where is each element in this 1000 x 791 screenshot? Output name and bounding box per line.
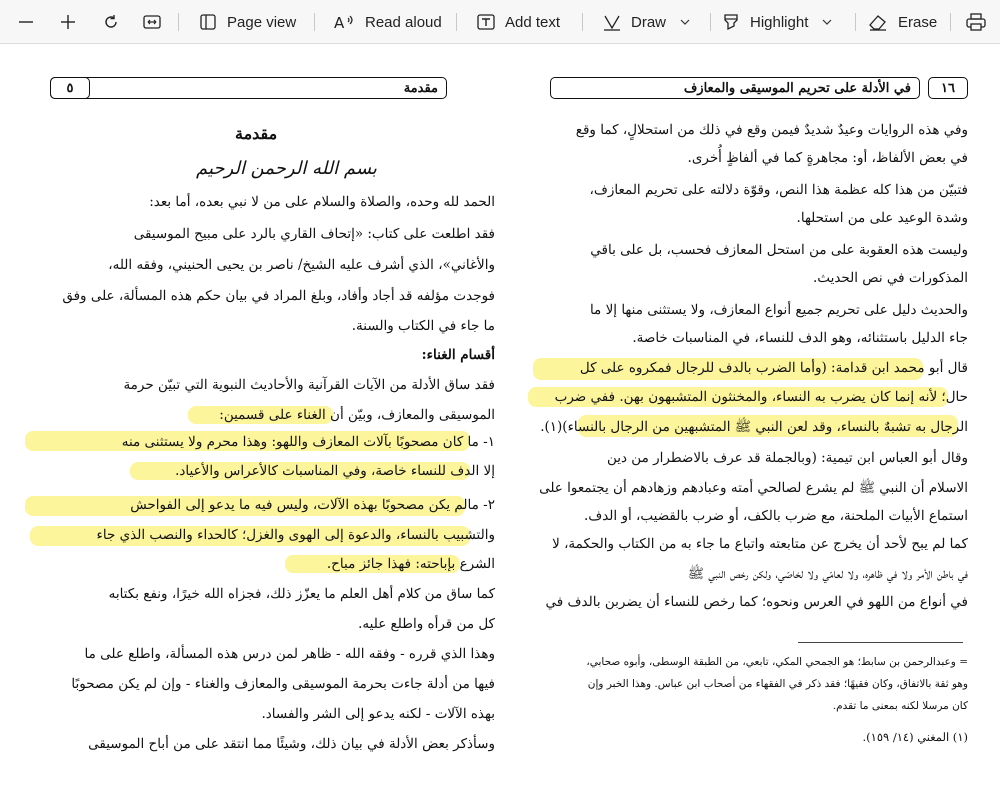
footnote-divider (798, 642, 963, 643)
eraser-icon (869, 15, 886, 31)
text-line: في بعض الألفاظ، أو: مجاهرةٍ كما في ألفاظ… (687, 150, 968, 166)
rotate-button[interactable] (102, 0, 120, 44)
text-line: فقد ساق الأدلة من الآيات القرآنية والأحا… (123, 377, 495, 393)
text-line: فقد اطلعت على كتاب: «إتحاف القاري بالرد … (133, 226, 495, 242)
text-line: والأغاني»، الذي أشرف عليه الشيخ/ ناصر بن… (108, 257, 495, 273)
page-header-title: مقدمة (50, 77, 447, 99)
text-line: وهذا الذي قرره - وفقه الله - ظاهر لمن در… (84, 646, 495, 662)
draw-pen-icon (604, 15, 620, 31)
page-number-box: ٥ (50, 77, 90, 99)
text-line: في أنواع من اللهو في العرس ونحوه؛ كما رخ… (545, 594, 968, 610)
text-line: فيها من أدلة جاءت بحرمة الموسيقى والمعاز… (71, 676, 495, 692)
minus-icon (19, 21, 33, 23)
page-header-title-text: في الأدلة على تحريم الموسيقى والمعازف (683, 80, 911, 96)
text-line: الاسلام أن النبي ﷺ لم يشرع لصالحي أمته و… (539, 480, 968, 496)
chevron-down-icon[interactable] (822, 18, 832, 26)
footnote-reference: (١) المغني (١٤/ ١٥٩). (862, 730, 968, 744)
highlight-label: Highlight (750, 13, 809, 31)
pdf-page-left: مقدمة ٥ مقدمة بسم الله الرحمن الرحيم الح… (25, 44, 496, 791)
text-line: استماع الأبيات الملحنة، مع ضرب بالكف، أو… (583, 508, 968, 524)
text-line: ٢- مالم يكن مصحوبًا بهذه الآلات، وليس في… (130, 497, 495, 513)
printer-icon (966, 13, 986, 31)
text-line: فوجدت مؤلفه قد أجاد وأفاد، وبلغ المراد ف… (62, 288, 495, 304)
pdf-pages-area: مقدمة ٥ مقدمة بسم الله الرحمن الرحيم الح… (0, 44, 1000, 791)
fit-width-button[interactable] (143, 0, 161, 44)
text-line: الشرع بإباحته: فهذا جائز مباح. (326, 556, 495, 572)
zoom-in-button[interactable] (60, 0, 76, 44)
rotate-icon (105, 15, 117, 28)
pdf-toolbar: Page view A Read aloud Add text Draw Hig… (0, 0, 1000, 44)
section-heading: أقسام الغناء: (421, 347, 495, 363)
add-text-label: Add text (505, 13, 561, 31)
page-number: ٥ (66, 80, 74, 96)
text-line: المذكورات في نص الحديث. (813, 270, 968, 286)
text-line: قال أبو محمد ابن قدامة: (وأما الضرب بالد… (579, 360, 968, 376)
text-line: الموسيقى والمعازف، وبيّن أن الغناء على ق… (219, 407, 495, 423)
page-number-box: ١٦ (928, 77, 968, 99)
footnote-line: = وعبدالرحمن بن سابط؛ هو الجمحي المكي، ت… (586, 656, 968, 668)
svg-text:A: A (334, 14, 345, 31)
text-line: وليست هذه العقوبة على من استحل المعازف ف… (590, 242, 968, 258)
text-line: الحمد لله وحده، والصلاة والسلام على من ل… (149, 194, 495, 210)
text-line: في باطن الأمر ولا في ظاهره، ولا لعامّي و… (687, 566, 968, 582)
text-line: الرجال به تشبهٌ بالنساء، وقد لعن النبي ﷺ… (540, 419, 968, 435)
text-line: وفي هذه الروايات وعيدٌ شديدٌ فيمن وقع في… (575, 122, 968, 138)
zoom-out-button[interactable] (18, 0, 34, 44)
text-line: فتبيّن من هذا كله عظمة هذا النص، وقوّة د… (589, 182, 968, 198)
text-line: كل من قرأه واطلع عليه. (358, 616, 495, 632)
erase-button[interactable]: Erase (868, 0, 937, 44)
text-line: وسأذكر بعض الأدلة في بيان ذلك، وشيئًا مم… (88, 736, 495, 752)
basmala-calligraphy: بسم الله الرحمن الرحيم (196, 158, 377, 179)
print-button[interactable] (966, 0, 986, 44)
text-line: والتشبيب بالنساء، والدعوة إلى الهوى والغ… (96, 527, 495, 543)
footnote-line: وهو ثقة بالاتفاق، وكان فقيهًا؛ فقد ذكر ف… (587, 678, 968, 690)
toolbar-separator (456, 13, 457, 31)
page-header-title: في الأدلة على تحريم الموسيقى والمعازف (550, 77, 920, 99)
text-line: والحديث دليل على تحريم جميع أنواع المعاز… (589, 302, 968, 318)
read-aloud-label: Read aloud (365, 13, 442, 31)
highlighter-icon (724, 14, 738, 31)
text-line: بهذه الآلات - لكنه يدعو إلى الشر والفساد… (261, 706, 496, 722)
text-line: إلا الدف للنساء خاصة، وفي المناسبات كالأ… (175, 463, 495, 479)
chevron-down-icon[interactable] (680, 18, 690, 26)
draw-button[interactable]: Draw (603, 0, 690, 44)
page-number: ١٦ (941, 80, 955, 96)
toolbar-separator (582, 13, 583, 31)
draw-label: Draw (631, 13, 667, 31)
read-aloud-button[interactable]: A Read aloud (333, 0, 442, 44)
toolbar-separator (178, 13, 179, 31)
read-aloud-icon: A (334, 14, 353, 31)
page-title: مقدمة (235, 124, 278, 143)
footnote-line: كان مرسلا لكنه بمعنى ما تقدم. (832, 700, 968, 712)
toolbar-separator (314, 13, 315, 31)
page-view-icon (200, 14, 216, 30)
toolbar-separator (855, 13, 856, 31)
toolbar-separator (710, 13, 711, 31)
page-view-label: Page view (227, 13, 297, 31)
page-header-title-text: مقدمة (403, 80, 438, 96)
plus-icon (61, 15, 75, 29)
fit-width-icon (143, 15, 161, 29)
text-line: وشدة الوعيد على من استحلها. (796, 210, 968, 226)
highlight-button[interactable]: Highlight (722, 0, 832, 44)
text-line: كما لم يبح لأحد أن يخرج عن متابعته واتبا… (552, 536, 968, 552)
toolbar-separator (950, 13, 951, 31)
pdf-page-right: في الأدلة على تحريم الموسيقى والمعازف ١٦… (528, 44, 968, 791)
text-line: حال؛ لأنه إنما كان يضرب به النساء، والمخ… (554, 389, 968, 405)
add-text-button[interactable]: Add text (477, 0, 560, 44)
text-line: جاء الدليل باستثنائه، وهو الدف للنساء، ف… (632, 330, 968, 346)
text-line: ما جاء في الكتاب والسنة. (351, 318, 495, 334)
page-view-button[interactable]: Page view (199, 0, 296, 44)
erase-label: Erase (898, 13, 938, 31)
text-line: وقال أبو العباس ابن تيمية: (وبالجملة قد … (606, 450, 968, 466)
text-line: ١- ما كان مصحوبًا بآلات المعازف واللهو: … (121, 434, 495, 450)
add-text-icon (477, 14, 495, 30)
text-line: كما ساق من كلام أهل العلم ما يعزّز ذلك، … (108, 586, 495, 602)
